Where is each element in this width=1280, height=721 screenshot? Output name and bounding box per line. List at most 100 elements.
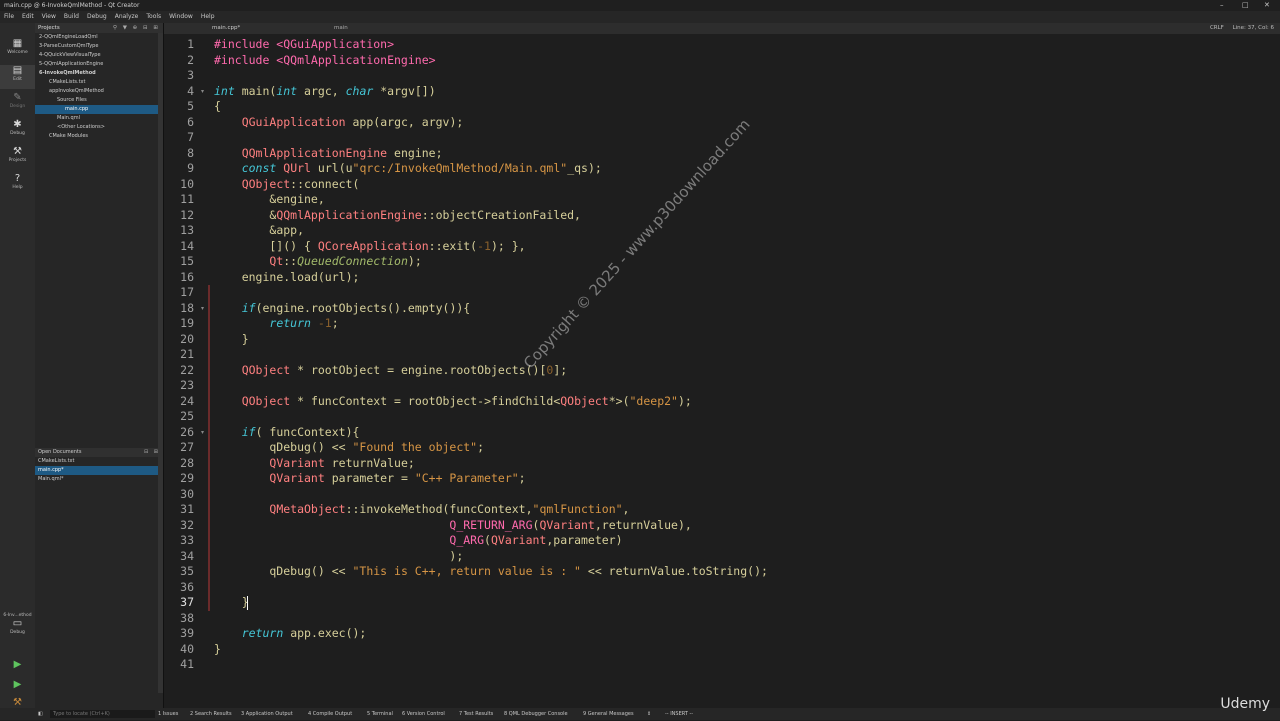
code-line[interactable]: return app.exec(); xyxy=(214,626,367,642)
line-number: 2 xyxy=(187,52,194,67)
fold-toggle-icon[interactable]: ▾ xyxy=(201,88,204,95)
code-line[interactable]: QVariant parameter = "C++ Parameter"; xyxy=(214,471,525,487)
panel-scrollbar[interactable] xyxy=(158,33,163,693)
line-ending[interactable]: CRLF xyxy=(1210,25,1224,31)
code-line[interactable]: #include <QQmlApplicationEngine> xyxy=(214,53,436,69)
code-line[interactable]: qDebug() << "This is C++, return value i… xyxy=(214,564,768,580)
code-line[interactable]: { xyxy=(214,99,221,115)
code-line[interactable]: QObject::connect( xyxy=(214,177,360,193)
code-line[interactable]: &engine, xyxy=(214,192,324,208)
menu-build[interactable]: Build xyxy=(60,11,83,23)
code-line[interactable]: QMetaObject::invokeMethod(funcContext,"q… xyxy=(214,502,629,518)
tree-item[interactable]: CMakeLists.txt xyxy=(35,78,163,87)
line-number: 24 xyxy=(180,393,194,408)
code-line[interactable]: Q_ARG(QVariant,parameter) xyxy=(214,533,622,549)
line-number: 3 xyxy=(187,68,194,82)
menu-view[interactable]: View xyxy=(38,11,60,23)
line-number: 30 xyxy=(180,486,194,501)
tree-item[interactable]: 4-QQuickViewVisualType xyxy=(35,51,163,60)
mode-design[interactable]: ✎ Design xyxy=(0,92,35,116)
mode-projects[interactable]: ⚒ Projects xyxy=(0,146,35,170)
mode-debug[interactable]: ✱ Debug xyxy=(0,119,35,143)
code-line[interactable]: []() { QCoreApplication::exit(-1); }, xyxy=(214,239,525,255)
code-line[interactable]: &QQmlApplicationEngine::objectCreationFa… xyxy=(214,208,581,224)
open-document-item[interactable]: Main.qml* xyxy=(35,475,163,484)
menu-window[interactable]: Window xyxy=(165,11,197,23)
code-line[interactable]: if(engine.rootObjects().empty()){ xyxy=(214,301,471,317)
fold-toggle-icon[interactable]: ▾ xyxy=(201,305,204,312)
toggle-sidebar-icon[interactable]: ◧ xyxy=(38,708,43,720)
open-document-item-selected[interactable]: main.cpp* xyxy=(35,466,163,475)
close-button[interactable]: ✕ xyxy=(1264,0,1270,11)
code-line[interactable]: QObject * funcContext = rootObject->find… xyxy=(214,394,692,410)
fold-toggle-icon[interactable]: ▾ xyxy=(201,429,204,436)
maximize-button[interactable]: □ xyxy=(1242,0,1249,11)
file-tab[interactable]: main.cpp* xyxy=(212,23,240,34)
tree-item-selected[interactable]: main.cpp xyxy=(35,105,163,114)
tree-item-active-project[interactable]: 6-InvokeQmlMethod xyxy=(35,69,163,78)
code-line[interactable]: qDebug() << "Found the object"; xyxy=(214,440,484,456)
locator-input[interactable]: Type to locate (Ctrl+K) xyxy=(50,710,155,718)
mode-welcome[interactable]: ▦ Welcome xyxy=(0,38,35,62)
code-line[interactable]: QVariant returnValue; xyxy=(214,456,414,472)
code-line[interactable]: return -1; xyxy=(214,316,338,332)
symbol-breadcrumb[interactable]: main xyxy=(334,23,348,34)
tree-item[interactable]: 2-QQmlEngineLoadQml xyxy=(35,33,163,42)
minimize-button[interactable]: – xyxy=(1220,0,1224,11)
tree-item[interactable]: Source Files xyxy=(35,96,163,105)
line-number: 6 xyxy=(187,114,194,129)
code-line[interactable]: QGuiApplication app(argc, argv); xyxy=(214,115,464,131)
tree-item[interactable]: <Other Locations> xyxy=(35,123,163,132)
line-number: 12 xyxy=(180,207,194,222)
version-control-tab[interactable]: 6 Version Control xyxy=(402,708,445,720)
code-line[interactable]: int main(int argc, char *argv[]) xyxy=(214,84,436,100)
code-line[interactable]: ); xyxy=(214,549,463,565)
panel-tools[interactable]: ⚲ ▼ ⊕ ⊟ ⊞ xyxy=(113,23,160,33)
tree-item[interactable]: Main.qml xyxy=(35,114,163,123)
line-number: 29 xyxy=(180,471,194,485)
code-line[interactable]: QQmlApplicationEngine engine; xyxy=(214,146,443,162)
mode-help[interactable]: ? Help xyxy=(0,173,35,197)
menu-file[interactable]: File xyxy=(0,11,18,23)
code-line[interactable]: Qt::QueuedConnection); xyxy=(214,254,421,270)
change-marker xyxy=(208,285,210,611)
open-document-item[interactable]: CMakeLists.txt xyxy=(35,457,163,466)
terminal-tab[interactable]: 5 Terminal xyxy=(367,708,393,720)
text-caret xyxy=(246,596,248,610)
udemy-logo: Udemy xyxy=(1220,696,1270,712)
general-messages-tab[interactable]: 9 General Messages xyxy=(583,708,634,720)
menu-analyze[interactable]: Analyze xyxy=(111,11,143,23)
code-line[interactable]: if( funcContext){ xyxy=(214,425,360,441)
menu-edit[interactable]: Edit xyxy=(18,11,38,23)
project-tree: 2-QQmlEngineLoadQml 3-ParseCustomQmlType… xyxy=(35,33,163,141)
search-results-tab[interactable]: 2 Search Results xyxy=(190,708,232,720)
output-pane-toggle-icon[interactable]: ⇕ xyxy=(647,708,651,720)
code-line[interactable]: } xyxy=(214,595,249,611)
test-results-tab[interactable]: 7 Test Results xyxy=(459,708,493,720)
tree-item[interactable]: CMake Modules xyxy=(35,132,163,141)
line-number: 23 xyxy=(180,378,194,392)
qml-debugger-console-tab[interactable]: 8 QML Debugger Console xyxy=(504,708,568,720)
issues-tab[interactable]: 1 Issues xyxy=(158,708,178,720)
code-line[interactable]: #include <QGuiApplication> xyxy=(214,37,394,53)
tree-item[interactable]: appInvokeQmlMethod xyxy=(35,87,163,96)
code-line[interactable]: &app, xyxy=(214,223,304,239)
tree-item[interactable]: 5-QQmlApplicationEngine xyxy=(35,60,163,69)
code-line[interactable]: const QUrl url(u"qrc:/InvokeQmlMethod/Ma… xyxy=(214,161,602,177)
code-line[interactable]: Q_RETURN_ARG(QVariant,returnValue), xyxy=(214,518,691,534)
kit-selector[interactable]: 6-Inv...ethod ▭ Debug xyxy=(0,613,35,637)
menu-tools[interactable]: Tools xyxy=(142,11,165,23)
line-number: 41 xyxy=(180,657,194,671)
menu-debug[interactable]: Debug xyxy=(83,11,111,23)
menu-help[interactable]: Help xyxy=(197,11,219,23)
mode-edit[interactable]: ▤ Edit xyxy=(0,65,35,89)
code-line[interactable]: engine.load(url); xyxy=(214,270,360,286)
code-line[interactable]: QObject * rootObject = engine.rootObject… xyxy=(214,363,567,379)
code-line[interactable]: } xyxy=(214,332,249,348)
cursor-position[interactable]: Line: 37, Col: 6 xyxy=(1233,25,1274,31)
tree-item[interactable]: 3-ParseCustomQmlType xyxy=(35,42,163,51)
application-output-tab[interactable]: 3 Application Output xyxy=(241,708,293,720)
compile-output-tab[interactable]: 4 Compile Output xyxy=(308,708,352,720)
open-documents-header: Open Documents ⊟ ⊞ xyxy=(35,448,163,457)
code-line[interactable]: } xyxy=(214,642,221,658)
